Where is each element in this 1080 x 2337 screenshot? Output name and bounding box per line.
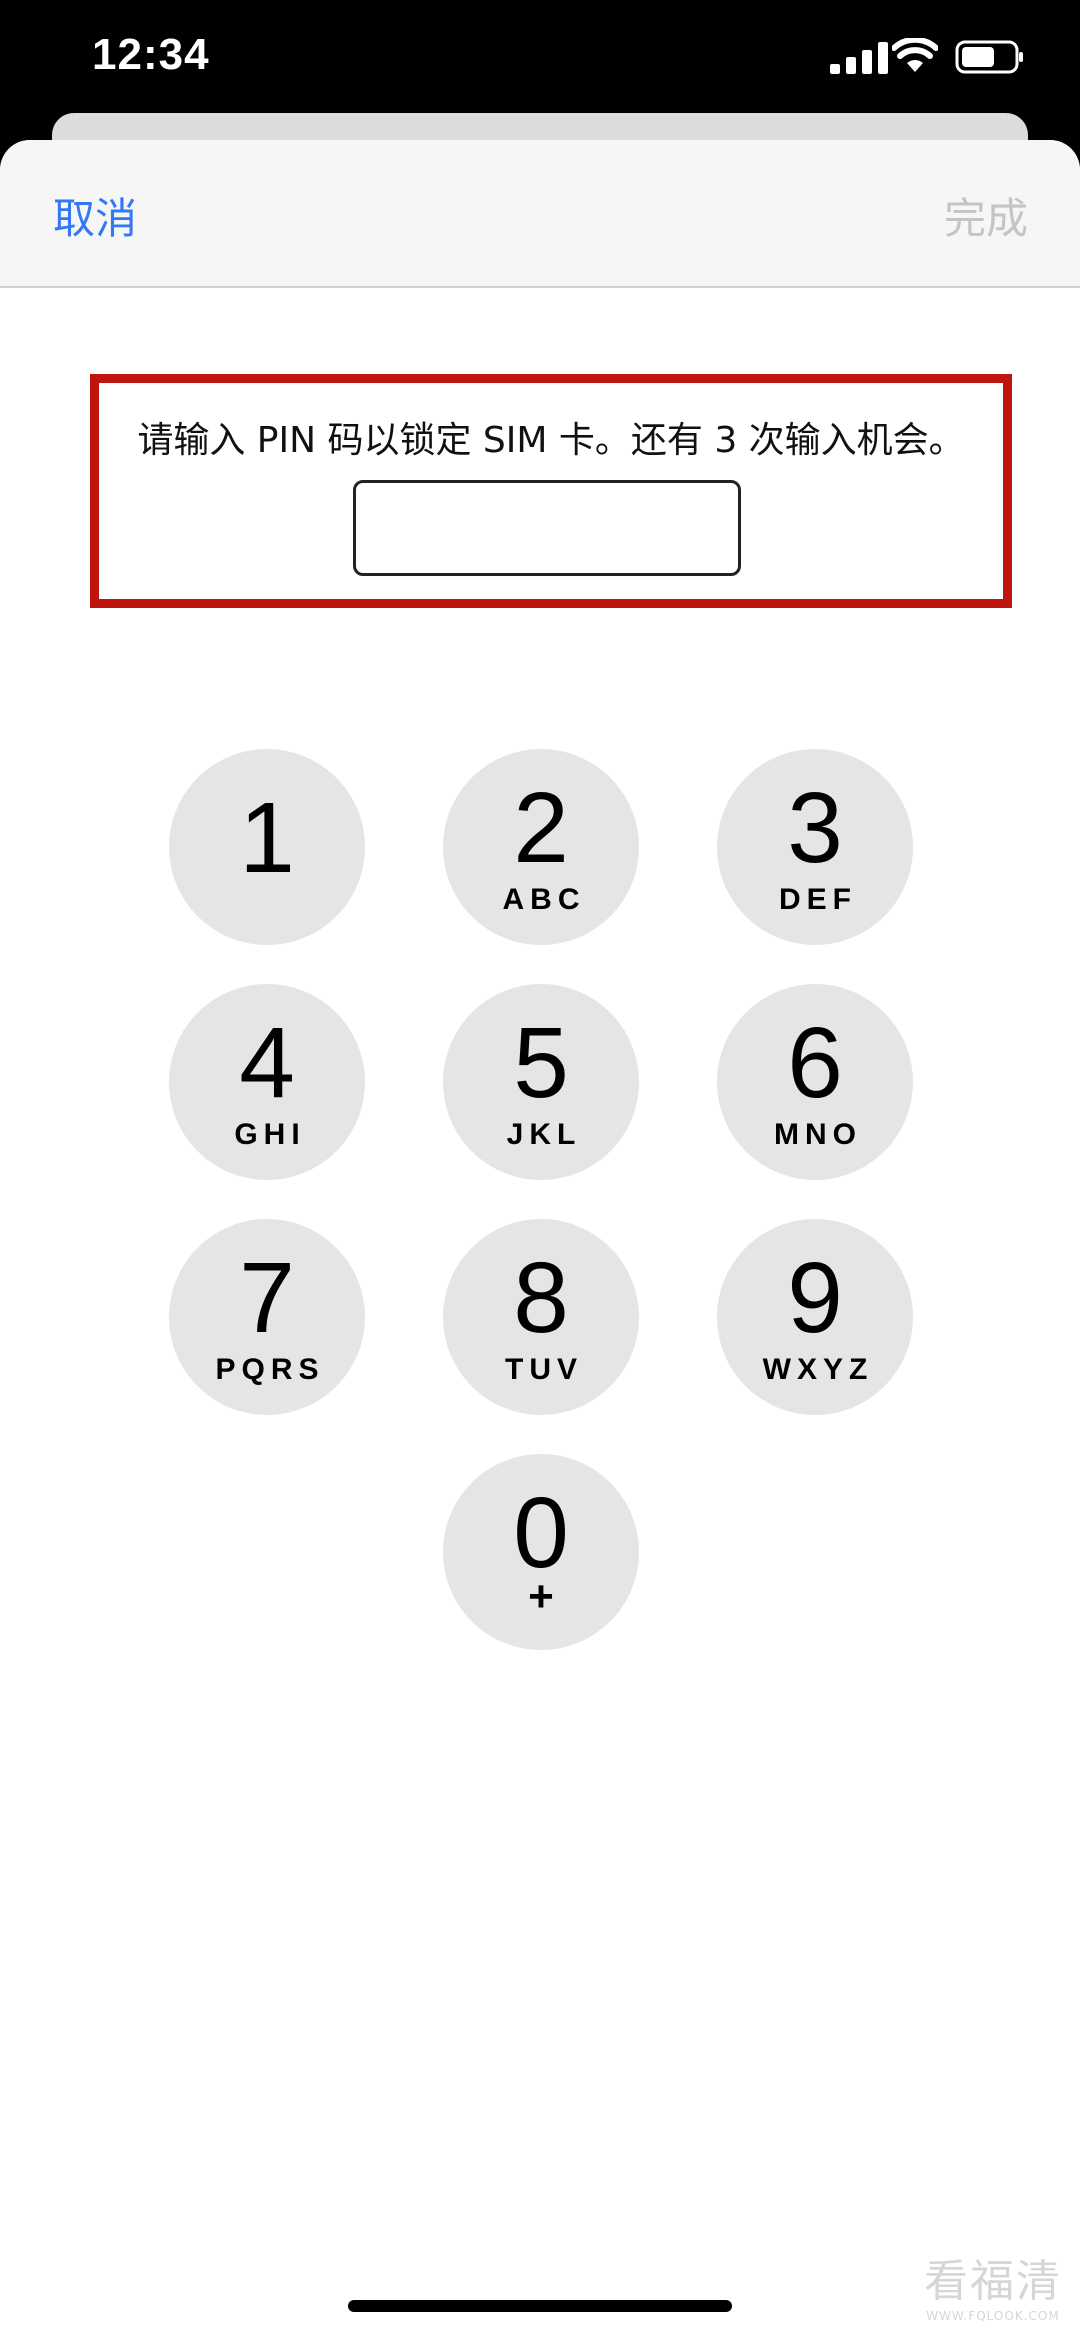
key-digit: 2	[513, 772, 569, 884]
keypad-key-0[interactable]: 0 +	[443, 1454, 639, 1650]
key-letters: GHI	[234, 1118, 306, 1151]
done-button[interactable]: 完成	[944, 185, 1028, 246]
keypad-key-3[interactable]: 3 DEF	[717, 749, 913, 945]
key-letters: JKL	[506, 1118, 582, 1151]
keypad-key-5[interactable]: 5 JKL	[443, 984, 639, 1180]
pin-prompt-highlight: 请输入 PIN 码以锁定 SIM 卡。还有 3 次输入机会。	[90, 374, 1012, 608]
key-letters: ABC	[502, 883, 586, 916]
keypad-key-1[interactable]: 1	[169, 749, 365, 945]
keypad-key-8[interactable]: 8 TUV	[443, 1219, 639, 1415]
watermark-url: WWW.FQLOOK.COM	[926, 2309, 1060, 2323]
keypad-key-4[interactable]: 4 GHI	[169, 984, 365, 1180]
battery-icon	[955, 40, 1023, 74]
watermark-text: 看福清	[924, 2256, 1062, 2307]
key-digit: 7	[239, 1242, 295, 1354]
key-letters: MNO	[774, 1118, 862, 1151]
key-letters: PQRS	[215, 1353, 325, 1386]
key-digit: 6	[787, 1007, 843, 1119]
navigation-bar: 取消 完成	[0, 140, 1080, 288]
keypad-key-7[interactable]: 7 PQRS	[169, 1219, 365, 1415]
home-indicator[interactable]	[348, 2300, 732, 2312]
key-digit: 8	[513, 1242, 569, 1354]
key-letters: DEF	[779, 883, 857, 916]
pin-prompt-message: 请输入 PIN 码以锁定 SIM 卡。还有 3 次输入机会。	[137, 420, 965, 461]
keypad-key-2[interactable]: 2 ABC	[443, 749, 639, 945]
pin-sheet: 取消 完成 请输入 PIN 码以锁定 SIM 卡。还有 3 次输入机会。 1 2…	[0, 140, 1080, 2337]
key-plus: +	[528, 1572, 554, 1621]
key-digit: 5	[513, 1007, 569, 1119]
cellular-signal-icon	[830, 42, 888, 74]
key-digit: 3	[787, 772, 843, 884]
cancel-button[interactable]: 取消	[53, 185, 137, 246]
key-digit: 1	[239, 782, 295, 894]
key-letters: TUV	[505, 1353, 583, 1386]
keypad-key-9[interactable]: 9 WXYZ	[717, 1219, 913, 1415]
wifi-icon	[892, 38, 938, 72]
key-digit: 4	[239, 1007, 295, 1119]
watermark: 看福清 WWW.FQLOOK.COM	[924, 2245, 1062, 2323]
pin-input[interactable]	[353, 480, 741, 576]
status-time: 12:34	[92, 30, 210, 79]
keypad-key-6[interactable]: 6 MNO	[717, 984, 913, 1180]
key-letters: WXYZ	[762, 1353, 874, 1386]
key-digit: 9	[787, 1242, 843, 1354]
